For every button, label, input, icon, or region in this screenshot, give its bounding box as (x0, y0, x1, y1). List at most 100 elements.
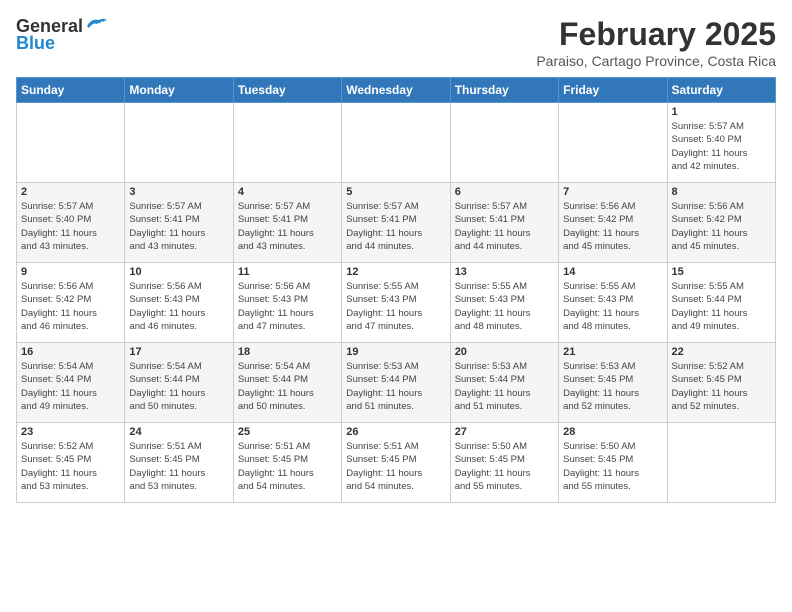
calendar-cell: 26 Sunrise: 5:51 AM Sunset: 5:45 PM Dayli… (342, 423, 450, 503)
day-number: 28 (563, 426, 662, 438)
day-number: 9 (21, 266, 120, 278)
day-number: 8 (672, 186, 771, 198)
day-info: Sunrise: 5:55 AM Sunset: 5:43 PM Dayligh… (563, 280, 662, 333)
calendar-cell: 19 Sunrise: 5:53 AM Sunset: 5:44 PM Dayli… (342, 343, 450, 423)
calendar-cell: 17 Sunrise: 5:54 AM Sunset: 5:44 PM Dayli… (125, 343, 233, 423)
day-info: Sunrise: 5:56 AM Sunset: 5:43 PM Dayligh… (129, 280, 228, 333)
day-number: 14 (563, 266, 662, 278)
weekday-header: Friday (559, 78, 667, 103)
calendar-cell: 2 Sunrise: 5:57 AM Sunset: 5:40 PM Daylig… (17, 183, 125, 263)
day-info: Sunrise: 5:51 AM Sunset: 5:45 PM Dayligh… (238, 440, 337, 493)
calendar-cell: 18Sunrise: 5:54 AM Sunset: 5:44 PM Dayli… (233, 343, 341, 423)
day-info: Sunrise: 5:53 AM Sunset: 5:44 PM Dayligh… (346, 360, 445, 413)
calendar-cell (559, 103, 667, 183)
calendar-week-row: 2 Sunrise: 5:57 AM Sunset: 5:40 PM Daylig… (17, 183, 776, 263)
day-info: Sunrise: 5:56 AM Sunset: 5:42 PM Dayligh… (563, 200, 662, 253)
calendar-cell: 13Sunrise: 5:55 AM Sunset: 5:43 PM Dayli… (450, 263, 558, 343)
day-info: Sunrise: 5:57 AM Sunset: 5:40 PM Dayligh… (672, 120, 771, 173)
day-info: Sunrise: 5:50 AM Sunset: 5:45 PM Dayligh… (563, 440, 662, 493)
day-number: 26 (346, 426, 445, 438)
day-number: 1 (672, 106, 771, 118)
calendar-cell (233, 103, 341, 183)
weekday-header: Monday (125, 78, 233, 103)
day-number: 10 (129, 266, 228, 278)
calendar-week-row: 16Sunrise: 5:54 AM Sunset: 5:44 PM Dayli… (17, 343, 776, 423)
calendar-cell: 25 Sunrise: 5:51 AM Sunset: 5:45 PM Dayli… (233, 423, 341, 503)
day-info: Sunrise: 5:57 AM Sunset: 5:40 PM Dayligh… (21, 200, 120, 253)
calendar-cell: 15 Sunrise: 5:55 AM Sunset: 5:44 PM Dayli… (667, 263, 775, 343)
calendar-cell: 12 Sunrise: 5:55 AM Sunset: 5:43 PM Dayli… (342, 263, 450, 343)
day-number: 25 (238, 426, 337, 438)
day-number: 19 (346, 346, 445, 358)
day-number: 5 (346, 186, 445, 198)
day-number: 3 (129, 186, 228, 198)
day-number: 4 (238, 186, 337, 198)
calendar-cell: 20 Sunrise: 5:53 AM Sunset: 5:44 PM Dayli… (450, 343, 558, 423)
page-header: General Blue February 2025 Paraiso, Cart… (16, 16, 776, 69)
day-number: 7 (563, 186, 662, 198)
day-number: 17 (129, 346, 228, 358)
calendar-cell: 24 Sunrise: 5:51 AM Sunset: 5:45 PM Dayli… (125, 423, 233, 503)
calendar-cell: 22Sunrise: 5:52 AM Sunset: 5:45 PM Dayli… (667, 343, 775, 423)
day-number: 20 (455, 346, 554, 358)
weekday-header: Sunday (17, 78, 125, 103)
day-number: 24 (129, 426, 228, 438)
day-info: Sunrise: 5:57 AM Sunset: 5:41 PM Dayligh… (455, 200, 554, 253)
calendar-table: SundayMondayTuesdayWednesdayThursdayFrid… (16, 77, 776, 503)
calendar-cell: 8 Sunrise: 5:56 AM Sunset: 5:42 PM Daylig… (667, 183, 775, 263)
logo: General Blue (16, 16, 107, 54)
calendar-cell (125, 103, 233, 183)
day-info: Sunrise: 5:56 AM Sunset: 5:42 PM Dayligh… (21, 280, 120, 333)
calendar-cell (17, 103, 125, 183)
calendar-week-row: 9 Sunrise: 5:56 AM Sunset: 5:42 PM Daylig… (17, 263, 776, 343)
day-info: Sunrise: 5:51 AM Sunset: 5:45 PM Dayligh… (129, 440, 228, 493)
day-info: Sunrise: 5:55 AM Sunset: 5:43 PM Dayligh… (346, 280, 445, 333)
day-info: Sunrise: 5:51 AM Sunset: 5:45 PM Dayligh… (346, 440, 445, 493)
calendar-cell (450, 103, 558, 183)
logo-bird-icon (85, 16, 107, 34)
day-number: 12 (346, 266, 445, 278)
calendar-cell: 7 Sunrise: 5:56 AM Sunset: 5:42 PM Daylig… (559, 183, 667, 263)
day-info: Sunrise: 5:54 AM Sunset: 5:44 PM Dayligh… (129, 360, 228, 413)
day-info: Sunrise: 5:56 AM Sunset: 5:42 PM Dayligh… (672, 200, 771, 253)
day-number: 15 (672, 266, 771, 278)
calendar-cell: 3 Sunrise: 5:57 AM Sunset: 5:41 PM Daylig… (125, 183, 233, 263)
calendar-cell (667, 423, 775, 503)
day-number: 2 (21, 186, 120, 198)
calendar-cell: 5Sunrise: 5:57 AM Sunset: 5:41 PM Daylig… (342, 183, 450, 263)
weekday-header: Thursday (450, 78, 558, 103)
day-info: Sunrise: 5:53 AM Sunset: 5:45 PM Dayligh… (563, 360, 662, 413)
calendar-cell: 16Sunrise: 5:54 AM Sunset: 5:44 PM Dayli… (17, 343, 125, 423)
calendar-cell: 9 Sunrise: 5:56 AM Sunset: 5:42 PM Daylig… (17, 263, 125, 343)
day-info: Sunrise: 5:55 AM Sunset: 5:44 PM Dayligh… (672, 280, 771, 333)
calendar-week-row: 23 Sunrise: 5:52 AM Sunset: 5:45 PM Dayli… (17, 423, 776, 503)
calendar-cell: 4 Sunrise: 5:57 AM Sunset: 5:41 PM Daylig… (233, 183, 341, 263)
calendar-header-row: SundayMondayTuesdayWednesdayThursdayFrid… (17, 78, 776, 103)
day-info: Sunrise: 5:57 AM Sunset: 5:41 PM Dayligh… (129, 200, 228, 253)
calendar-cell: 6Sunrise: 5:57 AM Sunset: 5:41 PM Daylig… (450, 183, 558, 263)
day-info: Sunrise: 5:54 AM Sunset: 5:44 PM Dayligh… (21, 360, 120, 413)
day-info: Sunrise: 5:52 AM Sunset: 5:45 PM Dayligh… (672, 360, 771, 413)
day-info: Sunrise: 5:53 AM Sunset: 5:44 PM Dayligh… (455, 360, 554, 413)
calendar-week-row: 1 Sunrise: 5:57 AM Sunset: 5:40 PM Daylig… (17, 103, 776, 183)
day-number: 18 (238, 346, 337, 358)
weekday-header: Saturday (667, 78, 775, 103)
calendar-cell: 27 Sunrise: 5:50 AM Sunset: 5:45 PM Dayli… (450, 423, 558, 503)
title-block: February 2025 Paraiso, Cartago Province,… (536, 16, 776, 69)
calendar-cell: 23 Sunrise: 5:52 AM Sunset: 5:45 PM Dayli… (17, 423, 125, 503)
day-number: 11 (238, 266, 337, 278)
day-info: Sunrise: 5:57 AM Sunset: 5:41 PM Dayligh… (238, 200, 337, 253)
day-number: 13 (455, 266, 554, 278)
calendar-cell: 14 Sunrise: 5:55 AM Sunset: 5:43 PM Dayli… (559, 263, 667, 343)
calendar-cell: 28 Sunrise: 5:50 AM Sunset: 5:45 PM Dayli… (559, 423, 667, 503)
calendar-cell: 1 Sunrise: 5:57 AM Sunset: 5:40 PM Daylig… (667, 103, 775, 183)
calendar-cell: 21Sunrise: 5:53 AM Sunset: 5:45 PM Dayli… (559, 343, 667, 423)
day-info: Sunrise: 5:50 AM Sunset: 5:45 PM Dayligh… (455, 440, 554, 493)
month-title: February 2025 (536, 16, 776, 53)
calendar-cell (342, 103, 450, 183)
day-number: 23 (21, 426, 120, 438)
weekday-header: Wednesday (342, 78, 450, 103)
location-title: Paraiso, Cartago Province, Costa Rica (536, 53, 776, 69)
day-number: 27 (455, 426, 554, 438)
day-info: Sunrise: 5:52 AM Sunset: 5:45 PM Dayligh… (21, 440, 120, 493)
